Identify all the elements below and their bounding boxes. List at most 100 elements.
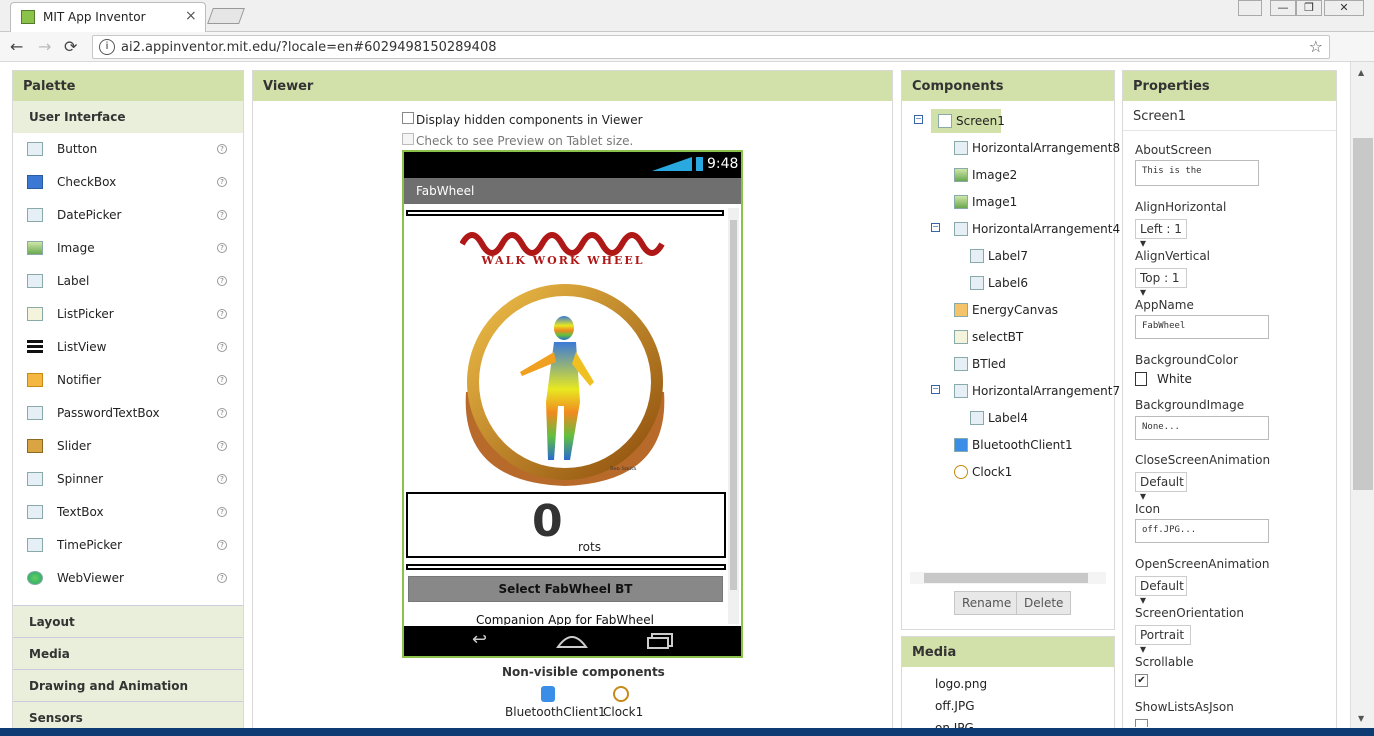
- palette-item-datepicker[interactable]: DatePicker?: [13, 199, 243, 232]
- arrangement-icon: [954, 384, 968, 398]
- help-icon[interactable]: ?: [217, 210, 227, 220]
- new-tab-button[interactable]: [207, 8, 245, 24]
- tree-label4[interactable]: Label4: [970, 411, 1028, 425]
- close-window-button[interactable]: ✕: [1324, 0, 1364, 16]
- palette-item-spinner[interactable]: Spinner?: [13, 463, 243, 496]
- color-swatch-white[interactable]: [1135, 372, 1147, 386]
- help-icon[interactable]: ?: [217, 441, 227, 451]
- palette-item-slider[interactable]: Slider?: [13, 430, 243, 463]
- help-icon[interactable]: ?: [217, 507, 227, 517]
- reload-icon[interactable]: ⟳: [64, 37, 77, 56]
- nonvisible-bluetoothclient1[interactable]: BluetoothClient1: [505, 705, 606, 719]
- bookmark-star-icon[interactable]: ☆: [1309, 37, 1323, 56]
- tree-image1[interactable]: Image1: [954, 195, 1017, 209]
- browser-tab[interactable]: MIT App Inventor ×: [10, 2, 206, 32]
- palette-item-button[interactable]: Button?: [13, 133, 243, 166]
- help-icon[interactable]: ?: [217, 375, 227, 385]
- tree-clock1[interactable]: Clock1: [954, 465, 1012, 479]
- palette-item-webviewer[interactable]: WebViewer?: [13, 562, 243, 595]
- palette-item-textbox[interactable]: TextBox?: [13, 496, 243, 529]
- tablet-preview-checkbox[interactable]: [402, 133, 414, 145]
- label-icon: [27, 274, 43, 288]
- help-icon[interactable]: ?: [217, 276, 227, 286]
- select-fabwheel-bt-button[interactable]: Select FabWheel BT: [408, 576, 723, 602]
- help-icon[interactable]: ?: [217, 177, 227, 187]
- page-scroll-thumb[interactable]: [1353, 138, 1373, 490]
- tree-label7[interactable]: Label7: [970, 249, 1028, 263]
- palette-item-timepicker[interactable]: TimePicker?: [13, 529, 243, 562]
- help-icon[interactable]: ?: [217, 309, 227, 319]
- back-icon[interactable]: ←: [10, 37, 23, 56]
- components-hscroll-thumb[interactable]: [924, 573, 1088, 583]
- page-info-icon[interactable]: i: [99, 39, 115, 55]
- tree-bluetoothclient1[interactable]: BluetoothClient1: [954, 438, 1073, 452]
- tab-close-icon[interactable]: ×: [185, 8, 197, 24]
- prop-backgroundcolor-value[interactable]: White: [1157, 372, 1192, 386]
- tree-horizontalarrangement8[interactable]: HorizontalArrangement8: [954, 141, 1120, 155]
- help-icon[interactable]: ?: [217, 573, 227, 583]
- palette-item-checkbox[interactable]: CheckBox?: [13, 166, 243, 199]
- help-icon[interactable]: ?: [217, 243, 227, 253]
- palette-item-passwordtextbox[interactable]: PasswordTextBox?: [13, 397, 243, 430]
- tree-screen1[interactable]: Screen1: [938, 114, 1005, 128]
- page-scrollbar[interactable]: ▲ ▼: [1350, 62, 1374, 736]
- prop-screenorientation-dropdown[interactable]: Portrait ▾: [1135, 625, 1191, 656]
- nonvisible-clock1[interactable]: Clock1: [603, 705, 643, 719]
- prop-showlistsasjson-checkbox[interactable]: [1135, 719, 1148, 727]
- rename-button[interactable]: Rename: [954, 591, 1020, 615]
- collapse-ha4-icon[interactable]: −: [931, 223, 940, 232]
- prop-alignvertical-dropdown[interactable]: Top : 1 ▾: [1135, 268, 1187, 299]
- horizontal-arrangement-4[interactable]: 0 rots: [406, 492, 726, 558]
- horizontal-arrangement-8[interactable]: [406, 210, 724, 216]
- clock-icon: [27, 538, 43, 552]
- palette-item-listview[interactable]: ListView?: [13, 331, 243, 364]
- media-file-logo[interactable]: logo.png: [935, 677, 987, 691]
- palette-item-label[interactable]: Label?: [13, 265, 243, 298]
- palette-item-listpicker[interactable]: ListPicker?: [13, 298, 243, 331]
- media-file-off[interactable]: off.JPG: [935, 699, 975, 713]
- horizontal-arrangement-7[interactable]: [406, 564, 726, 570]
- scroll-up-icon[interactable]: ▲: [1358, 68, 1364, 77]
- category-media[interactable]: Media: [13, 637, 243, 669]
- help-icon[interactable]: ?: [217, 144, 227, 154]
- prop-openanimation-dropdown[interactable]: Default ▾: [1135, 576, 1187, 607]
- prop-alignhorizontal-dropdown[interactable]: Left : 1 ▾: [1135, 219, 1187, 250]
- scroll-down-icon[interactable]: ▼: [1358, 714, 1364, 723]
- category-drawing-animation[interactable]: Drawing and Animation: [13, 669, 243, 701]
- forward-icon[interactable]: →: [38, 37, 51, 56]
- prop-screenorientation-label: ScreenOrientation: [1135, 606, 1245, 620]
- prop-icon-picker[interactable]: off.JPG...: [1135, 519, 1269, 543]
- palette-item-notifier[interactable]: Notifier?: [13, 364, 243, 397]
- help-icon[interactable]: ?: [217, 540, 227, 550]
- prop-appname-input[interactable]: FabWheel: [1135, 315, 1269, 339]
- tree-label6[interactable]: Label6: [970, 276, 1028, 290]
- maximize-button[interactable]: ❐: [1296, 0, 1322, 16]
- prop-backgroundimage-picker[interactable]: None...: [1135, 416, 1269, 440]
- components-hscrollbar[interactable]: [910, 572, 1106, 584]
- tree-horizontalarrangement4[interactable]: HorizontalArrangement4: [954, 222, 1120, 236]
- tree-energycanvas[interactable]: EnergyCanvas: [954, 303, 1058, 317]
- url-field[interactable]: i ai2.appinventor.mit.edu/?locale=en#602…: [92, 35, 1330, 59]
- user-icon[interactable]: [1238, 0, 1262, 16]
- help-icon[interactable]: ?: [217, 474, 227, 484]
- help-icon[interactable]: ?: [217, 408, 227, 418]
- tree-selectbt[interactable]: selectBT: [954, 330, 1023, 344]
- phone-scrollbar[interactable]: [728, 208, 739, 624]
- phone-scroll-thumb[interactable]: [730, 220, 737, 590]
- prop-closeanimation-dropdown[interactable]: Default ▾: [1135, 472, 1187, 503]
- collapse-ha7-icon[interactable]: −: [931, 385, 940, 394]
- hidden-components-checkbox[interactable]: [402, 112, 414, 124]
- help-icon[interactable]: ?: [217, 342, 227, 352]
- tree-image2[interactable]: Image2: [954, 168, 1017, 182]
- palette-item-image[interactable]: Image?: [13, 232, 243, 265]
- prop-aboutscreen-textarea[interactable]: This is the: [1135, 160, 1259, 186]
- tree-horizontalarrangement7[interactable]: HorizontalArrangement7: [954, 384, 1120, 398]
- category-layout[interactable]: Layout: [13, 605, 243, 637]
- delete-button[interactable]: Delete: [1016, 591, 1072, 615]
- tree-btled[interactable]: BTled: [954, 357, 1006, 371]
- collapse-screen1-icon[interactable]: −: [914, 115, 923, 124]
- prop-scrollable-checkbox[interactable]: ✔: [1135, 674, 1148, 687]
- category-user-interface[interactable]: User Interface: [13, 101, 243, 133]
- minimize-button[interactable]: —: [1270, 0, 1296, 16]
- phone-title-bar: FabWheel: [404, 178, 741, 204]
